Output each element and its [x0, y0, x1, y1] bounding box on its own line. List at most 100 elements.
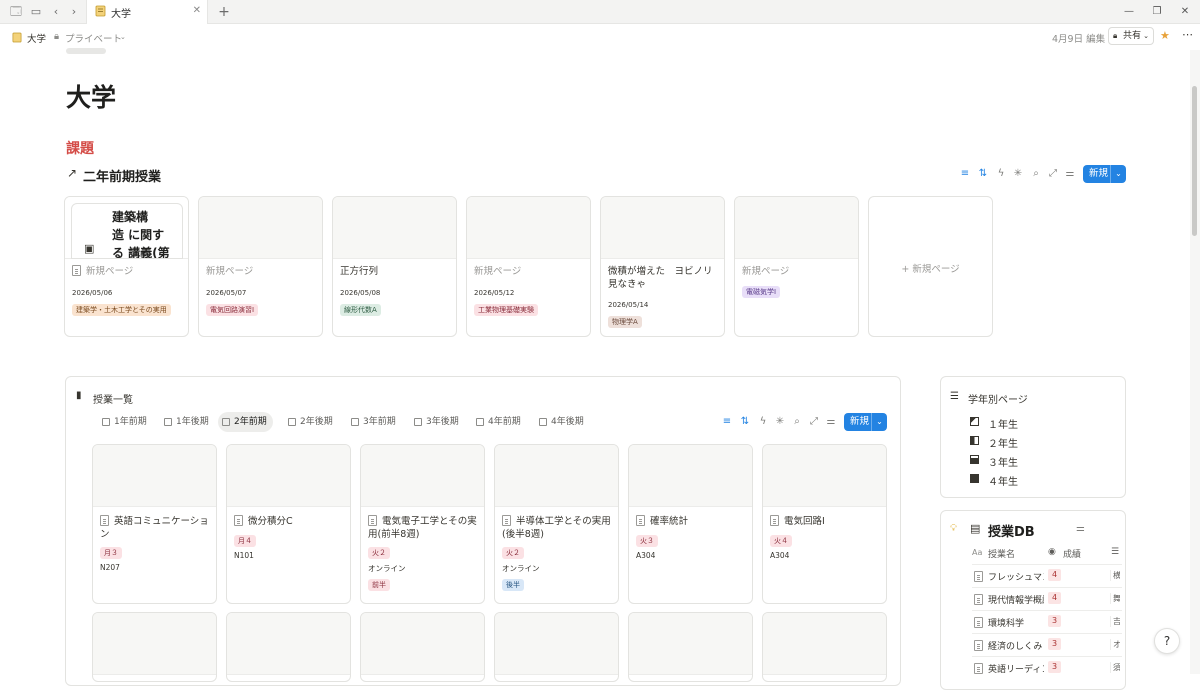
settings-icon[interactable]: ⚌ — [1063, 167, 1077, 181]
bookmark-icon: ▮ — [76, 390, 82, 401]
tab-1[interactable]: 1年前期 — [98, 412, 153, 432]
forward-icon[interactable]: › — [66, 4, 82, 20]
table-row[interactable]: 経済のしくみ オ — [972, 633, 1122, 655]
page-icon — [974, 617, 983, 628]
automation-icon[interactable]: ϟ — [994, 167, 1008, 181]
new-button[interactable]: 新規 ⌄ — [844, 413, 887, 431]
tab-label: 2年後期 — [300, 417, 333, 427]
page-icon — [502, 515, 511, 526]
page-icon — [234, 515, 243, 526]
card-tag: 火２ — [368, 547, 390, 559]
gallery-card[interactable]: 新規ページ 2026/05/07 電気回路演習Ⅰ — [198, 196, 323, 337]
card-room: A304 — [636, 551, 656, 560]
card-title: 新規ページ — [72, 265, 184, 278]
breadcrumb-scope[interactable]: プライベート — [65, 31, 122, 45]
class-card[interactable] — [628, 612, 753, 682]
sparkle-icon[interactable]: ✳ — [1011, 167, 1025, 181]
expand-icon[interactable]: ⤢ — [1046, 167, 1060, 181]
class-card[interactable]: 微分積分C 月４ N101 — [226, 444, 351, 604]
year-page-link[interactable]: ２年生 — [970, 435, 1018, 450]
class-db-title[interactable]: 授業DB — [988, 521, 1035, 540]
help-button[interactable]: ? — [1154, 628, 1180, 654]
scrollbar[interactable] — [1190, 50, 1200, 674]
class-card[interactable] — [226, 612, 351, 682]
tab-3[interactable]: 2年前期 — [218, 412, 273, 432]
expand-icon[interactable]: ⤢ — [807, 415, 821, 429]
new-tab-icon[interactable]: + — [216, 4, 232, 20]
card-title-text: 新規ページ — [86, 266, 134, 277]
row-extra: 横 — [1110, 570, 1120, 581]
database-title[interactable]: 二年前期授業 — [83, 166, 161, 185]
filter-icon[interactable]: ≡ — [958, 167, 972, 181]
class-card[interactable] — [762, 612, 887, 682]
class-card[interactable] — [360, 612, 485, 682]
filter-icon[interactable]: ≡ — [720, 415, 734, 429]
breadcrumb-page[interactable]: 大学 — [27, 31, 46, 45]
gallery-card[interactable]: 建築構造 に関する 講義(第4 ▣ 新規ページ 2026/05/06 建築学・土木工学と… — [64, 196, 189, 337]
class-card[interactable] — [92, 612, 217, 682]
year-page-link[interactable]: ３年生 — [970, 454, 1018, 469]
table-row[interactable]: 英語リーディング 須 — [972, 656, 1122, 678]
gallery-card[interactable]: 微積が増えた ヨビノリ見なきゃ 2026/05/14 物理学A — [600, 196, 725, 337]
page-title: 大学 — [66, 83, 117, 112]
chevron-down-icon[interactable]: ⌄ — [1110, 165, 1126, 183]
more-options-icon[interactable]: ⋯ — [1182, 28, 1193, 41]
close-tab-icon[interactable]: ✕ — [193, 5, 201, 16]
class-card[interactable] — [494, 612, 619, 682]
automation-icon[interactable]: ϟ — [756, 415, 770, 429]
column-header-name[interactable]: 授業名 — [988, 547, 1015, 560]
tab-4[interactable]: 2年後期 — [284, 412, 339, 432]
sparkle-icon[interactable]: ✳ — [773, 415, 787, 429]
class-list-title[interactable]: 授業一覧 — [93, 391, 133, 406]
settings-icon[interactable]: ⚌ — [1076, 523, 1085, 534]
sort-icon[interactable]: ⇅ — [738, 415, 752, 429]
card-cover — [93, 613, 216, 675]
gallery-view-icon — [414, 418, 422, 426]
scrollbar-thumb[interactable] — [1192, 86, 1197, 236]
year-page-link[interactable]: １年生 — [970, 416, 1018, 431]
settings-icon[interactable]: ⚌ — [824, 415, 838, 429]
class-card[interactable]: 英語コミュニケーション 月３ N207 — [92, 444, 217, 604]
tab-7[interactable]: 4年前期 — [472, 412, 527, 432]
edited-status: 4月9日 編集 — [1052, 34, 1106, 45]
tab-8[interactable]: 4年後期 — [535, 412, 590, 432]
close-window-icon[interactable]: ✕ — [1176, 3, 1194, 21]
chevron-down-icon[interactable]: ⌄ — [120, 33, 126, 41]
chevron-down-icon[interactable]: ⌄ — [871, 413, 887, 431]
lock-icon: 🔒︎ — [54, 31, 60, 42]
sidebar-toggle-icon[interactable]: ▭ — [28, 4, 44, 20]
card-title-text: 半導体工学とその実用(後半8週) — [502, 516, 611, 540]
tab-2[interactable]: 1年後期 — [160, 412, 215, 432]
table-row[interactable]: 環境科学 吉 — [972, 610, 1122, 632]
class-card[interactable]: 電気回路Ⅰ 火４ A304 — [762, 444, 887, 604]
favorite-star-icon[interactable]: ★ — [1160, 29, 1170, 42]
new-button[interactable]: 新規 ⌄ — [1083, 165, 1126, 183]
card-tag: 工業物理基礎実験 — [474, 304, 538, 316]
sort-icon[interactable]: ⇅ — [976, 167, 990, 181]
gallery-card[interactable]: 新規ページ 電磁気学Ⅰ — [734, 196, 859, 337]
row-name: 現代情報学概論 — [988, 596, 1044, 606]
card-date: 2026/05/07 — [206, 289, 247, 297]
add-page-card[interactable]: + 新規ページ — [868, 196, 993, 337]
gallery-card[interactable]: 正方行列 2026/05/08 線形代数A — [332, 196, 457, 337]
share-button[interactable]: 🔒︎ 共有 ⌄ — [1108, 27, 1154, 45]
gallery-card[interactable]: 新規ページ 2026/05/12 工業物理基礎実験 — [466, 196, 591, 337]
search-icon[interactable]: ⌕ — [790, 415, 804, 429]
restore-icon[interactable]: ❐ — [1148, 3, 1166, 21]
column-header-grade[interactable]: 成績 — [1063, 547, 1081, 560]
table-row[interactable]: フレッシュマン 横 — [972, 564, 1122, 586]
class-card[interactable]: 確率統計 火３ A304 — [628, 444, 753, 604]
class-card[interactable]: 電気電子工学とその実用(前半8週) 火２ オンライン 前半 — [360, 444, 485, 604]
tab-6[interactable]: 3年後期 — [410, 412, 465, 432]
grade-badge: 4 — [1048, 592, 1061, 604]
year-page-link[interactable]: ４年生 — [970, 473, 1018, 488]
search-icon[interactable]: ⌕ — [1029, 167, 1043, 181]
minimize-icon[interactable]: — — [1120, 3, 1138, 21]
tab-current[interactable]: 大学 ✕ — [86, 0, 208, 24]
tab-5[interactable]: 3年前期 — [347, 412, 402, 432]
back-icon[interactable]: ‹ — [48, 4, 64, 20]
title-bar: 🗔 ▭ ‹ › 大学 ✕ + — ❐ ✕ — [0, 0, 1200, 24]
card-title: 電気回路Ⅰ — [770, 515, 884, 528]
class-card[interactable]: 半導体工学とその実用(後半8週) 火２ オンライン 後半 — [494, 444, 619, 604]
table-row[interactable]: 現代情報学概論 舞 — [972, 587, 1122, 609]
